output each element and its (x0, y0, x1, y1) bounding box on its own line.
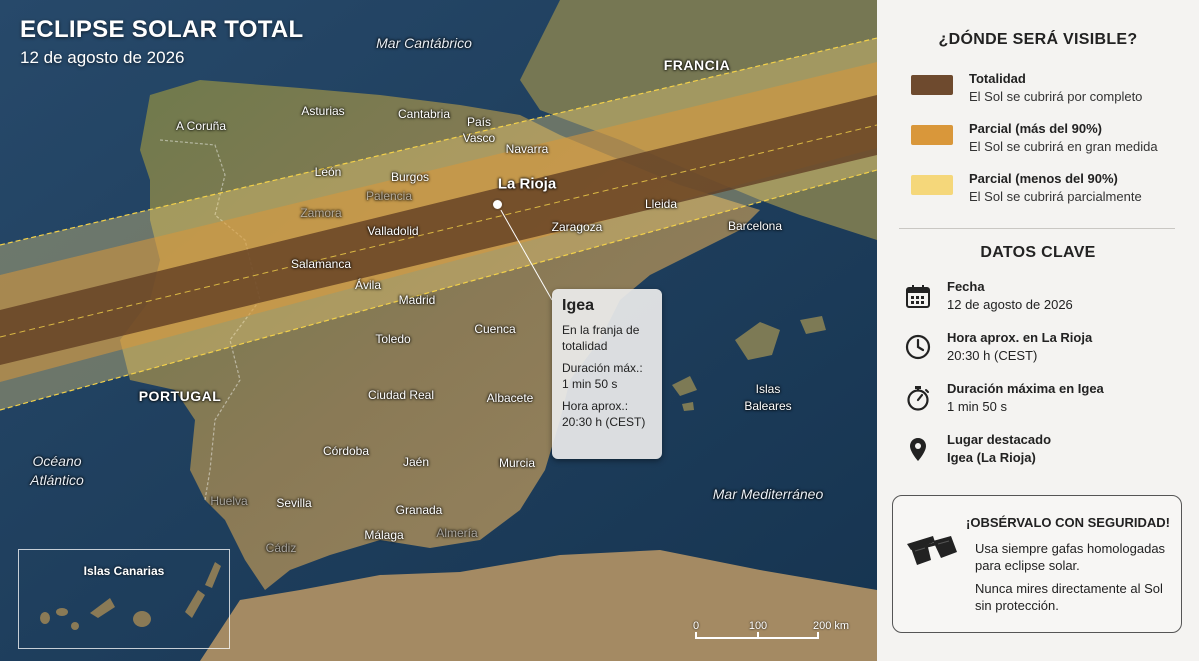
label-sevilla: Sevilla (276, 496, 312, 510)
dato-fecha: Fecha 12 de agosto de 2026 (905, 279, 1185, 321)
label-avila: Ávila (354, 278, 382, 292)
callout-line-5: Hora aprox.: (562, 399, 629, 413)
calendar-icon (906, 285, 930, 308)
label-cadiz: Cádiz (265, 541, 297, 555)
label-burgos: Burgos (390, 170, 430, 184)
label-malaga: Málaga (364, 528, 404, 542)
label-palencia: Palencia (365, 189, 413, 203)
label-mar-cantabrico: Mar Cantábrico (376, 35, 472, 51)
label-madrid: Madrid (398, 293, 436, 307)
label-granada: Granada (395, 503, 443, 517)
label-jaen: Jaén (402, 455, 430, 469)
scale-tick-100 (757, 632, 759, 639)
scale-label-0: 0 (692, 620, 700, 632)
legend-desc-parcial-menos: El Sol se cubrirá parcialmente (969, 189, 1142, 204)
label-a-coruna: A Coruña (175, 119, 227, 133)
map-title: ECLIPSE SOLAR TOTAL (20, 16, 304, 43)
legend-title-parcial-menos: Parcial (menos del 90%) (969, 171, 1118, 186)
label-baleares: Baleares (744, 399, 792, 413)
callout-line-4: 1 min 50 s (562, 377, 618, 391)
canarias-inset: Islas Canarias (18, 549, 230, 649)
legend-desc-totalidad: El Sol se cubrirá por completo (969, 89, 1143, 104)
location-pin-icon (910, 438, 926, 461)
legend-swatch-parcial-menos (911, 175, 953, 195)
safety-title: ¡OBSÉRVALO CON SEGURIDAD! (966, 515, 1170, 530)
dato-hora-value: 20:30 h (CEST) (947, 348, 1038, 363)
safety-text-2: Nunca mires directamente al Sol sin prot… (975, 581, 1163, 613)
label-toledo: Toledo (375, 332, 411, 346)
label-mar-mediterraneo: Mar Mediterráneo (712, 486, 824, 502)
dato-lugar: Lugar destacado Igea (La Rioja) (905, 432, 1185, 474)
scale-label-200: 200 km (812, 620, 850, 632)
label-murcia: Murcia (498, 456, 536, 470)
callout-line-1: En la franja de (562, 323, 640, 337)
scale-tick-0 (695, 632, 697, 639)
label-cantabria: Cantabria (397, 107, 451, 121)
label-almeria: Almería (436, 526, 478, 540)
callout-line-2: totalidad (562, 339, 608, 353)
safety-box: ¡OBSÉRVALO CON SEGURIDAD! Usa siempre ga… (892, 495, 1182, 633)
safety-text-1: Usa siempre gafas homologadas para eclip… (975, 541, 1166, 573)
scale-bar: 0 100 200 km (692, 620, 855, 650)
map-subtitle-date: 12 de agosto de 2026 (20, 48, 185, 67)
key-data-heading: DATOS CLAVE (980, 244, 1096, 261)
dato-fecha-value: 12 de agosto de 2026 (947, 297, 1073, 312)
eclipse-glasses-icon (907, 536, 957, 565)
clock-icon (905, 334, 931, 360)
sidebar-divider (899, 228, 1175, 229)
label-valladolid: Valladolid (367, 224, 419, 238)
label-la-rioja: La Rioja (497, 175, 557, 193)
visibility-heading: ¿DÓNDE SERÁ VISIBLE? (938, 31, 1138, 48)
callout-line-3: Duración máx.: (562, 361, 643, 375)
label-pais: País (466, 115, 492, 129)
label-francia: FRANCIA (663, 57, 731, 73)
legend-title-parcial-mas: Parcial (más del 90%) (969, 121, 1102, 136)
label-lleida: Lleida (644, 197, 678, 211)
label-oceano: Océano (32, 453, 82, 469)
legend-item-parcial-mas: Parcial (más del 90%) El Sol se cubrirá … (911, 121, 1191, 161)
label-navarra: Navarra (505, 142, 549, 156)
label-ciudad-real: Ciudad Real (367, 388, 435, 402)
label-asturias: Asturias (301, 104, 345, 118)
label-zaragoza: Zaragoza (551, 220, 603, 234)
map-title-block: ECLIPSE SOLAR TOTAL 12 de agosto de 2026 (20, 16, 304, 68)
label-salamanca: Salamanca (290, 257, 352, 271)
callout-line-6: 20:30 h (CEST) (562, 415, 646, 429)
eclipse-map: ECLIPSE SOLAR TOTAL 12 de agosto de 2026… (0, 0, 877, 661)
label-huelva: Huelva (210, 494, 248, 508)
igea-callout: Igea En la franja de totalidad Duración … (552, 289, 662, 459)
label-albacete: Albacete (486, 391, 534, 405)
label-atlantico: Atlántico (30, 472, 84, 488)
legend-item-parcial-menos: Parcial (menos del 90%) El Sol se cubrir… (911, 171, 1191, 211)
legend-desc-parcial-mas: El Sol se cubrirá en gran medida (969, 139, 1158, 154)
dato-hora-title: Hora aprox. en La Rioja (947, 330, 1093, 345)
label-portugal: PORTUGAL (138, 388, 222, 404)
dato-lugar-title: Lugar destacado (947, 432, 1052, 447)
dato-duracion: Duración máxima en Igea 1 min 50 s (905, 381, 1185, 423)
legend-swatch-totalidad (911, 75, 953, 95)
info-sidebar: ¿DÓNDE SERÁ VISIBLE? Totalidad El Sol se… (877, 0, 1199, 661)
label-cordoba: Córdoba (322, 444, 370, 458)
label-vasco: Vasco (462, 131, 496, 145)
label-zamora: Zamora (300, 206, 342, 220)
canarias-label: Islas Canarias (83, 564, 165, 578)
legend-title-totalidad: Totalidad (969, 71, 1026, 86)
legend-swatch-parcial-mas (911, 125, 953, 145)
dato-duracion-value: 1 min 50 s (947, 399, 1007, 414)
label-barcelona: Barcelona (727, 219, 783, 233)
dato-fecha-title: Fecha (947, 279, 985, 294)
dato-lugar-value: Igea (La Rioja) (947, 450, 1036, 465)
label-leon: León (314, 165, 342, 179)
legend-item-totalidad: Totalidad El Sol se cubrirá por completo (911, 71, 1191, 111)
label-islas: Islas (755, 382, 781, 396)
dato-duracion-title: Duración máxima en Igea (947, 381, 1104, 396)
la-rioja-marker[interactable] (491, 198, 504, 211)
callout-title: Igea (562, 297, 595, 314)
stopwatch-icon (907, 386, 929, 411)
scale-label-100: 100 (748, 620, 768, 632)
scale-tick-200 (817, 632, 819, 639)
label-cuenca: Cuenca (474, 322, 516, 336)
dato-hora: Hora aprox. en La Rioja 20:30 h (CEST) (905, 330, 1185, 372)
